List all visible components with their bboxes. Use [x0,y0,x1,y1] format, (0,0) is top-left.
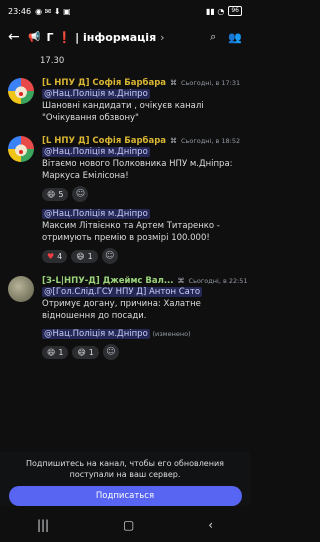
partial-message: 17.30 [40,56,65,66]
message-text: Шановні кандидати , очікуєв каналі [42,101,204,111]
emoji-face-icon: 😄 [47,189,56,199]
title-part-2: | інформація [75,30,157,44]
system-nav-bar: ||| ▢ ‹ [0,508,250,542]
recent-apps-icon[interactable]: ||| [37,518,49,532]
message-text: "Очікування обзвону" [42,113,139,123]
heart-icon: ♥ [47,251,55,261]
reaction-pill[interactable]: 😄 1 [42,345,69,359]
subscribe-note: Подпишитесь на канал, чтобы его обновлен… [26,459,224,479]
subscribe-button[interactable]: Подписаться [8,486,242,506]
add-reaction-icon[interactable]: ☺ [101,248,118,264]
avatar[interactable] [8,78,34,104]
emoji-face-icon: 😄 [76,251,85,261]
edited-label: (изменено) [152,330,191,338]
message-text: Вітаємо нового Полковника НПУ м.Дніпра: [42,159,233,169]
avatar[interactable] [8,136,34,162]
subscribe-footer: Подпишитесь на канал, чтобы его обновлен… [0,452,250,506]
avatar[interactable] [8,276,34,302]
mention[interactable]: @Нац.Поліція м.Дніпро [42,209,150,219]
reaction-count: 4 [57,251,63,261]
reaction-count: 1 [87,251,93,261]
message-list: 17.30 [L НПУ Д] Софія Барбара ⌘ Сьогодні… [0,52,250,452]
add-reaction-icon[interactable]: ☺ [102,344,119,360]
message-text: Максим Літвієнко та Артем Титаренко - [42,221,220,231]
mention[interactable]: @Нац.Поліція м.Дніпро [42,89,150,99]
reaction-count: 1 [58,347,64,357]
author-name[interactable]: [З-L|НПУ-Д] Джеймс Вал... [42,276,174,286]
back-arrow-icon[interactable]: ← [8,29,22,45]
battery-indicator: 96 [228,6,242,16]
reaction-count: 5 [58,189,64,199]
title-part-1: Г [46,30,54,44]
reaction-pill[interactable]: 😄 1 [72,345,99,359]
message-text: отримують премію в розмірі 100.000! [42,233,210,243]
reaction-pill[interactable]: ♥ 4 [42,249,68,263]
author-name[interactable]: [L НПУ Д] Софія Барбара [42,78,166,88]
channel-header: ← 📢 Г ❗ | інформація › ⌕ 👥 [0,22,250,52]
announcement-channel-icon: 📢 [28,31,41,43]
mention[interactable]: @Нац.Поліція м.Дніпро [42,329,150,339]
emoji-face-icon: 😄 [77,347,86,357]
message-text: Отримує догану, причина: Халатне [42,299,201,309]
role-icon: ⌘ [170,137,178,145]
mention[interactable]: @[Гол.Слід.ГСУ НПУ Д] Антон Сато [42,287,203,297]
notification-icon: ◉ ✉ ⬇ ▣ [35,6,71,16]
message-text: Маркуса Емілісона! [42,171,129,181]
clock: 23:46 [8,6,32,16]
role-icon: ⌘ [170,79,178,87]
message-text: відношення до посади. [42,311,147,321]
reaction-pill[interactable]: 😄 1 [71,249,98,263]
channel-title[interactable]: Г ❗ | інформація › [46,31,164,44]
signal-icon: ▮▮ ◔ [206,6,225,16]
role-icon: ⌘ [177,277,185,285]
reaction-pill[interactable]: 😄 5 [42,187,69,201]
members-icon[interactable]: 👥 [228,31,242,44]
message: [L НПУ Д] Софія Барбара ⌘ Сьогодні, в 17… [0,72,250,130]
author-name[interactable]: [L НПУ Д] Софія Барбара [42,136,166,146]
title-bang: ❗ [57,30,72,44]
status-bar: 23:46 ◉ ✉ ⬇ ▣ ▮▮ ◔ 96 [0,0,250,22]
timestamp: Сьогодні, в 22:51 [188,277,248,285]
timestamp: Сьогодні, в 17:31 [181,79,241,87]
message: [L НПУ Д] Софія Барбара ⌘ Сьогодні, в 18… [0,130,250,270]
search-icon[interactable]: ⌕ [210,30,216,44]
back-icon[interactable]: ‹ [208,518,213,532]
add-reaction-icon[interactable]: ☺ [72,186,89,202]
home-icon[interactable]: ▢ [123,518,134,532]
message: [З-L|НПУ-Д] Джеймс Вал... ⌘ Сьогодні, в … [0,270,250,366]
mention[interactable]: @Нац.Поліція м.Дніпро [42,147,150,157]
chevron-right-icon: › [160,30,165,44]
reaction-count: 1 [88,347,94,357]
emoji-face-icon: 😄 [47,347,56,357]
timestamp: Сьогодні, в 18:52 [181,137,241,145]
